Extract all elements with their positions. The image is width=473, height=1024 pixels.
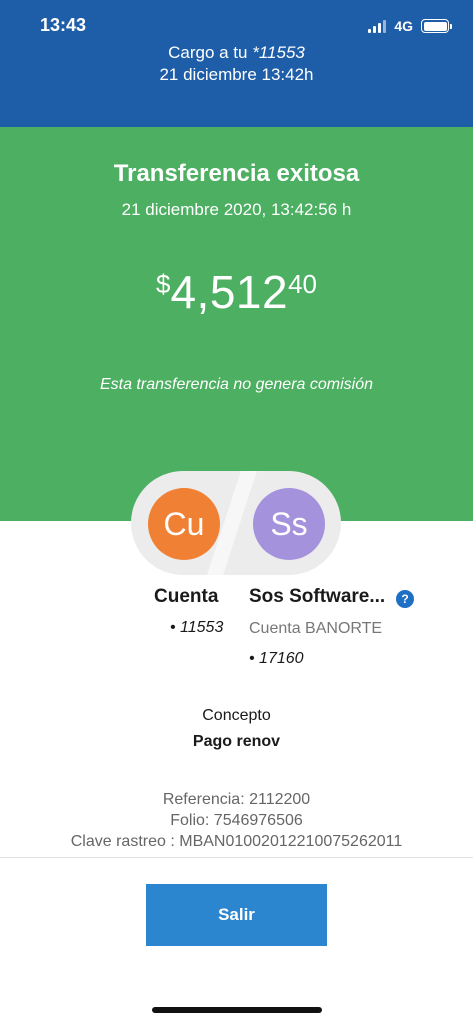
battery-icon xyxy=(421,19,452,33)
from-avatar: Cu xyxy=(148,488,220,560)
concept-label: Concepto xyxy=(202,707,271,724)
charge-date: 21 diciembre 13:42h xyxy=(159,65,314,84)
from-account-name: Cuenta xyxy=(154,586,219,607)
transfer-datetime: 21 diciembre 2020, 13:42:56 h xyxy=(121,200,352,219)
battery-level xyxy=(423,21,447,31)
charge-account-line: Cargo a tu *11553 xyxy=(0,43,473,63)
transfer-amount: $4,51240 xyxy=(0,265,473,319)
status-indicators: 4G xyxy=(368,16,452,36)
transfer-parties-pill: Cu Ss xyxy=(131,471,341,575)
from-account-number: • 11553 xyxy=(170,619,224,636)
success-panel: Transferencia exitosa 21 diciembre 2020,… xyxy=(0,127,473,521)
charge-account: *11553 xyxy=(252,43,305,62)
reference-text: Referencia: 2112200 xyxy=(162,791,311,808)
tracking-key-text: Clave rastreo : MBAN01002012210075262011 xyxy=(70,833,403,850)
to-bank-name: Cuenta BANORTE xyxy=(249,620,383,637)
exit-button[interactable]: Salir xyxy=(146,884,327,946)
folio-text: Folio: 7546976506 xyxy=(170,812,303,829)
signal-icon xyxy=(368,19,387,33)
to-account-number: • 17160 xyxy=(249,650,304,667)
concept-value: Pago renov xyxy=(192,733,281,750)
divider xyxy=(0,857,473,858)
to-account-name: Sos Software... xyxy=(249,586,386,607)
help-icon[interactable]: ? xyxy=(396,590,414,608)
currency-symbol: $ xyxy=(155,269,171,299)
amount-cents: 40 xyxy=(288,269,317,299)
status-time: 13:43 xyxy=(40,15,87,35)
charge-prefix: Cargo a tu xyxy=(168,43,248,62)
fee-note: Esta transferencia no genera comisión xyxy=(99,376,374,393)
to-avatar: Ss xyxy=(253,488,325,560)
network-type: 4G xyxy=(394,18,413,34)
amount-integer: 4,512 xyxy=(170,266,289,318)
success-title: Transferencia exitosa xyxy=(113,160,360,187)
home-indicator[interactable] xyxy=(152,1007,322,1013)
header-bar: 13:43 4G Cargo a tu *11553 21 diciembre … xyxy=(0,0,473,127)
